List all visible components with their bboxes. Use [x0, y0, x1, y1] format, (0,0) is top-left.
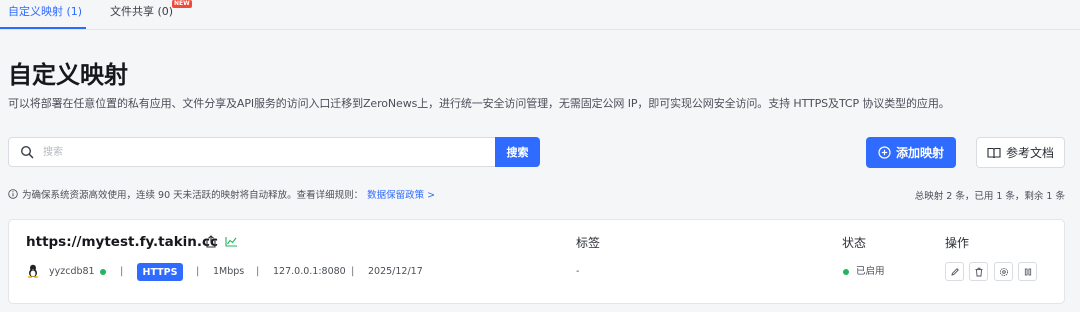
settings-button[interactable]	[994, 262, 1013, 281]
data-retention-policy-link[interactable]: 数据保留政策 >	[367, 187, 435, 201]
page-title: 自定义映射	[8, 61, 128, 89]
edit-icon	[950, 267, 959, 276]
separator: |	[256, 266, 260, 277]
mapping-domain[interactable]: https://mytest.fy.takin.cc	[26, 234, 218, 250]
column-operations: 操作	[945, 236, 970, 250]
tab-bar: 自定义映射 (1) 文件共享 (0) NEW	[0, 0, 1080, 30]
info-icon	[8, 189, 18, 199]
chart-icon[interactable]	[225, 236, 238, 247]
tags-value: -	[576, 266, 580, 277]
agent-name: yyzcdb81	[49, 266, 95, 277]
pause-icon	[1024, 268, 1031, 275]
reference-docs-button[interactable]: 参考文档	[976, 137, 1065, 168]
separator: |	[351, 266, 355, 277]
column-status: 状态	[842, 236, 867, 250]
status-badge: 已启用	[856, 266, 885, 277]
tab-custom-mapping[interactable]: 自定义映射 (1)	[8, 3, 82, 19]
settings-icon	[999, 267, 1008, 276]
bandwidth: 1Mbps	[213, 266, 245, 277]
tab-file-share-label: 文件共享 (0)	[110, 5, 174, 18]
active-tab-indicator	[0, 27, 86, 29]
linux-icon	[27, 264, 39, 278]
share-icon[interactable]	[205, 235, 217, 248]
book-icon	[987, 147, 1001, 158]
add-mapping-label: 添加映射	[895, 146, 944, 160]
created-date: 2025/12/17	[368, 266, 423, 277]
pause-button[interactable]	[1018, 262, 1037, 281]
notice-text: 为确保系统资源高效使用，连续 90 天未活跃的映射将自动释放。查看详细规则：	[22, 190, 364, 201]
mapping-summary: 总映射 2 条，已用 1 条，剩余 1 条	[914, 191, 1065, 202]
search-icon	[20, 145, 34, 159]
column-tags: 标签	[576, 236, 601, 250]
reference-docs-label: 参考文档	[1005, 146, 1054, 160]
search-input[interactable]	[43, 143, 483, 161]
search-button[interactable]: 搜索	[495, 137, 540, 167]
search-box	[8, 137, 496, 167]
status-dot	[843, 269, 849, 275]
delete-button[interactable]	[969, 262, 988, 281]
retention-notice: 为确保系统资源高效使用，连续 90 天未活跃的映射将自动释放。查看详细规则： 数…	[8, 187, 435, 201]
plus-circle-icon	[878, 146, 891, 159]
tab-file-share[interactable]: 文件共享 (0)	[110, 3, 173, 19]
delete-icon	[975, 267, 982, 276]
separator: |	[120, 266, 124, 277]
agent-online-dot	[100, 269, 106, 275]
edit-button[interactable]	[945, 262, 964, 281]
new-badge: NEW	[172, 0, 192, 8]
add-mapping-button[interactable]: 添加映射	[866, 137, 956, 168]
mapping-card: https://mytest.fy.takin.cc 标签 状态 操作 yyzc…	[8, 219, 1065, 304]
page-description: 可以将部署在任意位置的私有应用、文件分享及API服务的访问入口迁移到ZeroNe…	[8, 97, 950, 110]
target-address: 127.0.0.1:8080	[273, 266, 346, 277]
separator: |	[196, 266, 200, 277]
protocol-badge: HTTPS	[137, 263, 183, 281]
